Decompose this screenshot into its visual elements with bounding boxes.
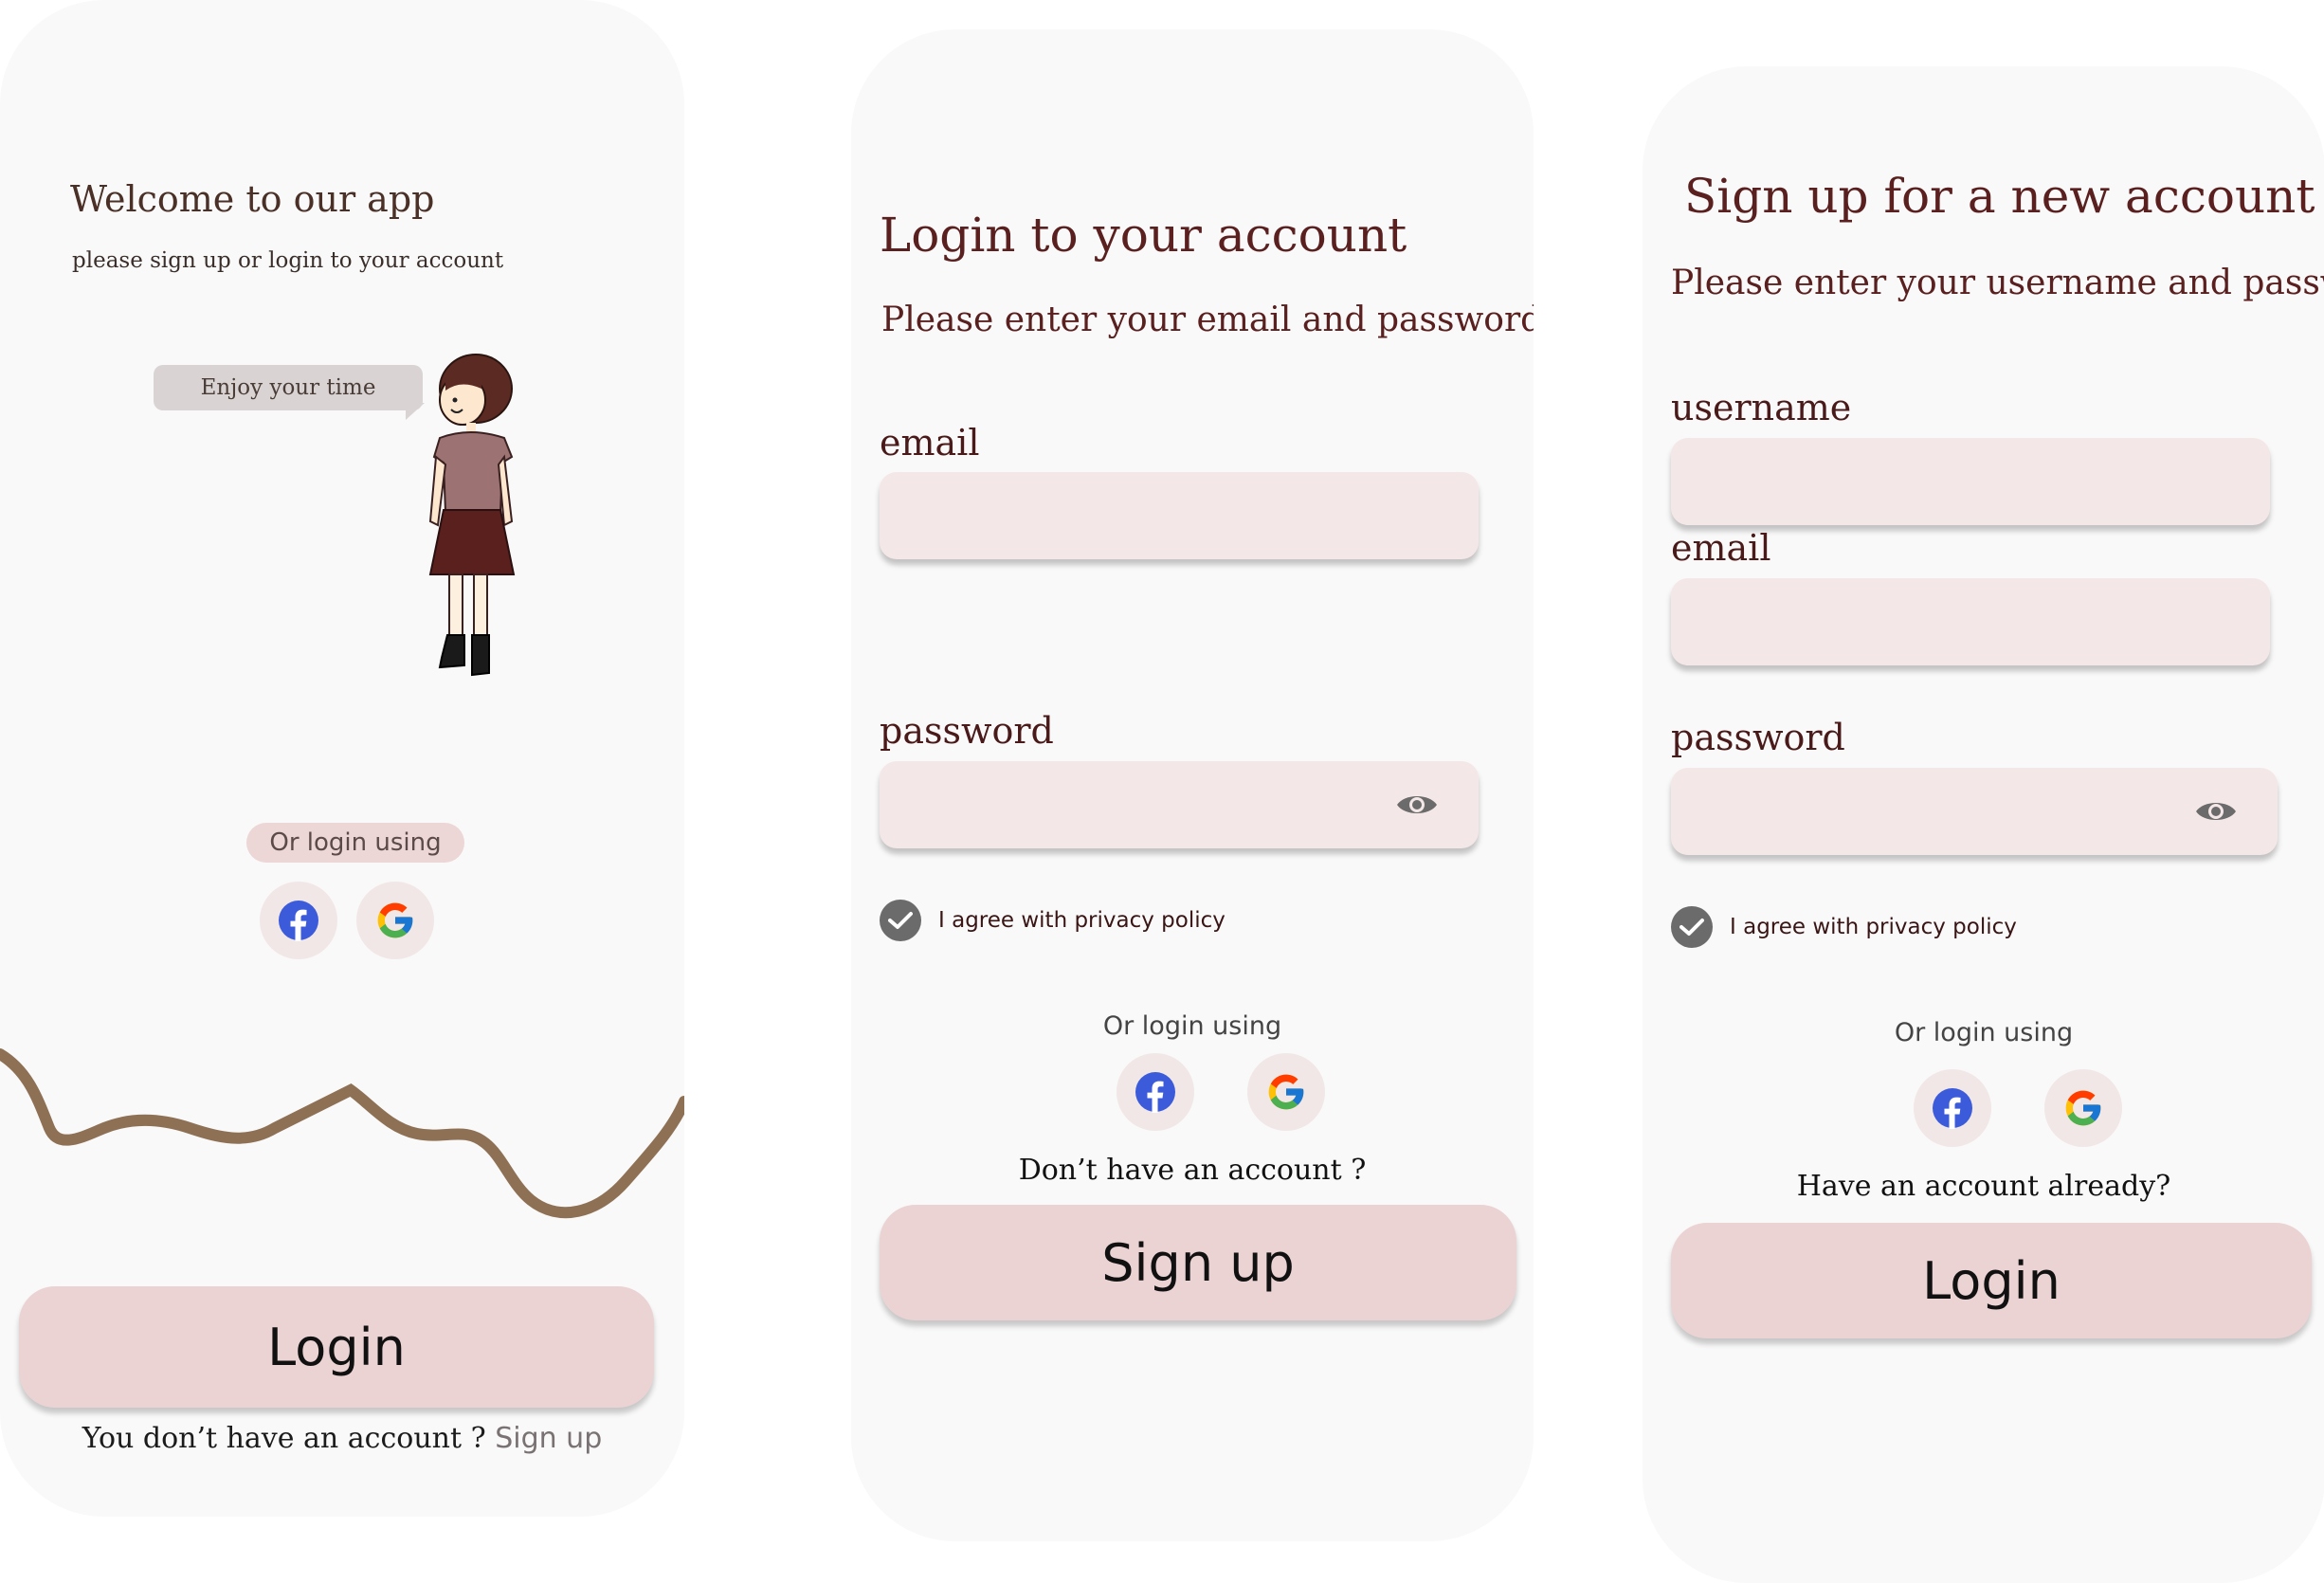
decorative-wave — [0, 1048, 684, 1219]
login-button[interactable]: Login — [19, 1286, 654, 1408]
facebook-login-button[interactable] — [1117, 1053, 1194, 1131]
or-login-label: Or login using — [246, 823, 464, 863]
or-login-label: Or login using — [1102, 1011, 1282, 1041]
google-icon — [2065, 1090, 2101, 1126]
facebook-login-button[interactable] — [1914, 1069, 1991, 1147]
facebook-icon — [279, 901, 318, 941]
check-icon — [1679, 919, 1704, 936]
no-account-question: Don’t have an account ? — [1018, 1154, 1367, 1187]
privacy-checkbox-row[interactable]: I agree with privacy policy — [880, 900, 1226, 941]
no-account-line: You don’t have an account ? Sign up — [0, 1422, 684, 1455]
eye-icon[interactable] — [1395, 788, 1439, 822]
login-title: Login to your account — [880, 208, 1407, 263]
eye-icon[interactable] — [2194, 794, 2238, 828]
google-login-button[interactable] — [2044, 1069, 2122, 1147]
privacy-checkbox[interactable] — [880, 900, 921, 941]
password-field[interactable] — [1671, 768, 2278, 855]
facebook-icon — [1933, 1088, 1972, 1129]
google-login-button[interactable] — [356, 882, 434, 959]
welcome-subtitle: please sign up or login to your account — [72, 248, 504, 273]
privacy-label: I agree with privacy policy — [938, 908, 1226, 933]
speech-bubble: Enjoy your time — [154, 365, 423, 410]
privacy-checkbox[interactable] — [1671, 906, 1713, 948]
have-account-question: Have an account already? — [1796, 1170, 2171, 1203]
login-button[interactable]: Login — [1671, 1223, 2312, 1338]
or-login-label: Or login using — [1894, 1018, 2074, 1047]
privacy-checkbox-row[interactable]: I agree with privacy policy — [1671, 906, 2017, 948]
no-account-text: You don’t have an account ? — [82, 1422, 486, 1455]
google-icon — [377, 902, 413, 938]
password-label: password — [1671, 717, 1845, 758]
email-field[interactable] — [880, 472, 1479, 559]
welcome-screen: Welcome to our app please sign up or log… — [0, 0, 684, 1517]
welcome-title: Welcome to our app — [70, 178, 435, 220]
facebook-login-button[interactable] — [260, 882, 337, 959]
email-label: email — [1671, 527, 1771, 569]
signup-title: Sign up for a new account — [1684, 169, 2315, 224]
google-icon — [1268, 1074, 1304, 1110]
signup-screen: Sign up for a new account Please enter y… — [1643, 66, 2324, 1583]
signup-subtitle: Please enter your username and password — [1671, 264, 2324, 302]
privacy-label: I agree with privacy policy — [1730, 915, 2017, 939]
username-label: username — [1671, 387, 1852, 428]
login-screen: Login to your account Please enter your … — [851, 29, 1534, 1541]
username-field[interactable] — [1671, 438, 2270, 525]
email-field[interactable] — [1671, 578, 2270, 665]
google-login-button[interactable] — [1247, 1053, 1325, 1131]
girl-illustration — [428, 354, 516, 677]
email-label: email — [880, 422, 980, 464]
login-subtitle: Please enter your email and password — [881, 300, 1534, 339]
signup-button[interactable]: Sign up — [880, 1205, 1516, 1320]
signup-link[interactable]: Sign up — [495, 1422, 602, 1455]
password-label: password — [880, 710, 1054, 752]
check-icon — [888, 912, 913, 929]
facebook-icon — [1135, 1072, 1175, 1113]
password-field[interactable] — [880, 761, 1479, 848]
